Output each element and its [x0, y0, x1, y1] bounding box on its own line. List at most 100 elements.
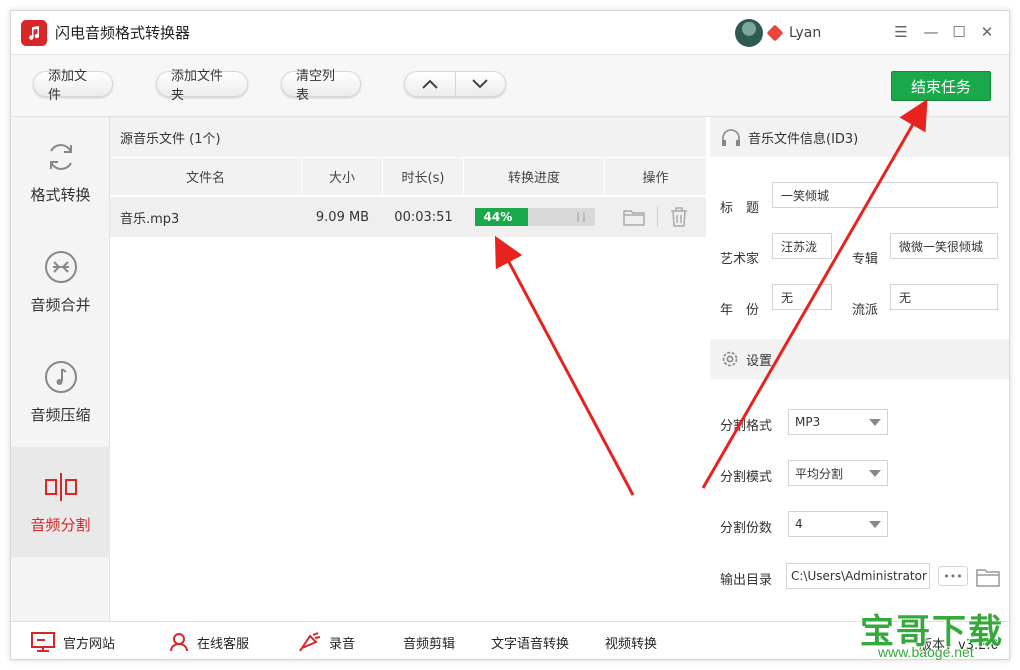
split-count-select[interactable]: 4	[788, 511, 888, 537]
chevron-down-icon	[869, 419, 881, 426]
title-label: 标 题	[720, 201, 760, 216]
sidebar-item-audio-merge[interactable]: 音频合并	[11, 227, 110, 337]
column-header-size[interactable]: 大小	[302, 158, 383, 195]
action-divider	[657, 207, 658, 227]
chevron-up-icon	[422, 79, 438, 89]
split-count-value: 4	[795, 517, 803, 531]
progress-fill: 44%	[474, 208, 528, 226]
split-format-value: MP3	[795, 415, 821, 429]
file-size: 9.09 MB	[315, 209, 370, 225]
title-bar: 闪电音频格式转换器 Lyan ☰ — ☐ ✕	[11, 11, 1009, 55]
toolbar: 添加文件 添加文件夹 清空列表	[11, 55, 1009, 117]
column-header-actions[interactable]: 操作	[605, 158, 706, 195]
user-icon	[170, 633, 188, 652]
move-buttons	[404, 71, 506, 97]
browse-button[interactable]: •••	[938, 566, 968, 586]
video-convert-link[interactable]: 视频转换	[605, 622, 657, 659]
watermark-url: www.baoge.net	[878, 644, 974, 660]
sidebar-item-label: 音频分割	[30, 515, 91, 534]
app-logo-icon	[21, 19, 47, 46]
settings-section-title: 设置	[746, 353, 773, 369]
add-folder-button[interactable]: 添加文件夹	[156, 69, 248, 103]
trash-icon[interactable]	[670, 207, 688, 227]
sidebar-item-format-convert[interactable]: 格式转换	[11, 117, 110, 227]
sidebar-item-audio-compress[interactable]: 音频压缩	[11, 337, 110, 447]
output-dir-field[interactable]: C:\Users\Administrator	[786, 563, 930, 589]
open-folder-icon[interactable]	[623, 208, 645, 226]
move-up-button[interactable]	[405, 72, 456, 96]
gear-icon	[722, 351, 738, 367]
sidebar-item-audio-split[interactable]: 音频分割	[11, 447, 110, 557]
user-account[interactable]: Lyan	[735, 19, 821, 47]
support-link[interactable]: 在线客服	[169, 622, 250, 659]
table-row[interactable]: 音乐.mp3 9.09 MB 00:03:51 44%	[110, 197, 706, 237]
file-list-columns: 文件名 大小 时长(s) 转换进度 操作	[110, 157, 706, 195]
album-label: 专辑	[852, 252, 879, 267]
refresh-icon	[49, 143, 72, 170]
monitor-icon	[31, 632, 55, 652]
album-field[interactable]: 微微一笑很倾城	[890, 233, 998, 259]
progress-bar: 44%	[474, 208, 595, 226]
settings-section-header: 设置	[710, 339, 1009, 379]
headphones-icon	[722, 129, 740, 146]
move-down-button[interactable]	[456, 72, 506, 96]
microphone-icon	[299, 632, 321, 652]
genre-field[interactable]: 无	[890, 284, 998, 310]
music-note-icon	[44, 360, 77, 393]
artist-field[interactable]: 汪苏泷	[772, 233, 832, 259]
column-header-duration[interactable]: 时长(s)	[383, 158, 464, 195]
watermark-logo: 宝哥下载 www.baoge.net	[856, 604, 1006, 664]
chevron-down-icon	[869, 521, 881, 528]
vip-badge-icon	[766, 24, 784, 42]
id3-section-title: 音乐文件信息(ID3)	[748, 131, 859, 147]
split-format-select[interactable]: MP3	[788, 409, 888, 435]
app-window: 闪电音频格式转换器 Lyan ☰ — ☐ ✕ 添加文件 添加文件夹 清空列表 结…	[10, 10, 1010, 660]
sidebar-item-label: 音频合并	[30, 295, 91, 314]
row-actions	[605, 197, 706, 237]
split-format-label: 分割格式	[720, 419, 773, 434]
avatar[interactable]	[735, 19, 763, 47]
year-field[interactable]: 无	[772, 284, 832, 310]
tts-link[interactable]: 文字语音转换	[491, 622, 569, 659]
audio-edit-link[interactable]: 音频剪辑	[403, 622, 455, 659]
file-name: 音乐.mp3	[120, 211, 180, 227]
record-link[interactable]: 录音	[299, 622, 356, 659]
split-icon	[44, 472, 77, 501]
sidebar-item-label: 音频压缩	[30, 405, 91, 424]
column-header-progress[interactable]: 转换进度	[464, 158, 605, 195]
maximize-icon[interactable]: ☐	[949, 23, 969, 41]
add-file-button[interactable]: 添加文件	[33, 69, 113, 103]
end-task-button[interactable]: 结束任务	[891, 71, 991, 101]
support-label: 在线客服	[197, 636, 250, 652]
sidebar: 格式转换 音频合并 音频压缩 音频分割	[11, 117, 110, 621]
split-mode-select[interactable]: 平均分割	[788, 460, 888, 486]
split-mode-label: 分割模式	[720, 470, 773, 485]
menu-icon[interactable]: ☰	[891, 23, 911, 41]
close-icon[interactable]: ✕	[977, 23, 997, 41]
progress-cell: 44%	[464, 197, 605, 237]
sidebar-item-label: 格式转换	[30, 185, 91, 204]
column-header-name[interactable]: 文件名	[110, 158, 302, 195]
genre-label: 流派	[852, 303, 879, 318]
id3-section-header: 音乐文件信息(ID3)	[710, 117, 1009, 157]
chevron-down-icon	[472, 79, 488, 89]
chevron-down-icon	[869, 470, 881, 477]
split-mode-value: 平均分割	[795, 466, 844, 481]
website-link[interactable]: 官方网站	[31, 622, 116, 659]
artist-label: 艺术家	[720, 252, 760, 267]
file-duration: 00:03:51	[394, 209, 453, 225]
output-dir-label: 输出目录	[720, 573, 773, 588]
title-field[interactable]: 一笑倾城	[772, 182, 998, 208]
right-panel: 音乐文件信息(ID3) 标 题 一笑倾城 艺术家 汪苏泷 专辑 微微一笑很倾城 …	[710, 117, 1009, 621]
app-title: 闪电音频格式转换器	[55, 24, 191, 42]
username[interactable]: Lyan	[789, 25, 821, 41]
split-count-label: 分割份数	[720, 521, 773, 536]
pause-icon[interactable]	[576, 212, 585, 222]
folder-icon[interactable]	[976, 567, 1000, 587]
website-label: 官方网站	[63, 636, 116, 652]
year-label: 年 份	[720, 303, 760, 318]
minimize-icon[interactable]: —	[921, 23, 941, 41]
clear-list-button[interactable]: 清空列表	[281, 69, 361, 103]
record-label: 录音	[329, 636, 356, 652]
file-list-header: 源音乐文件 (1个)	[110, 117, 706, 157]
